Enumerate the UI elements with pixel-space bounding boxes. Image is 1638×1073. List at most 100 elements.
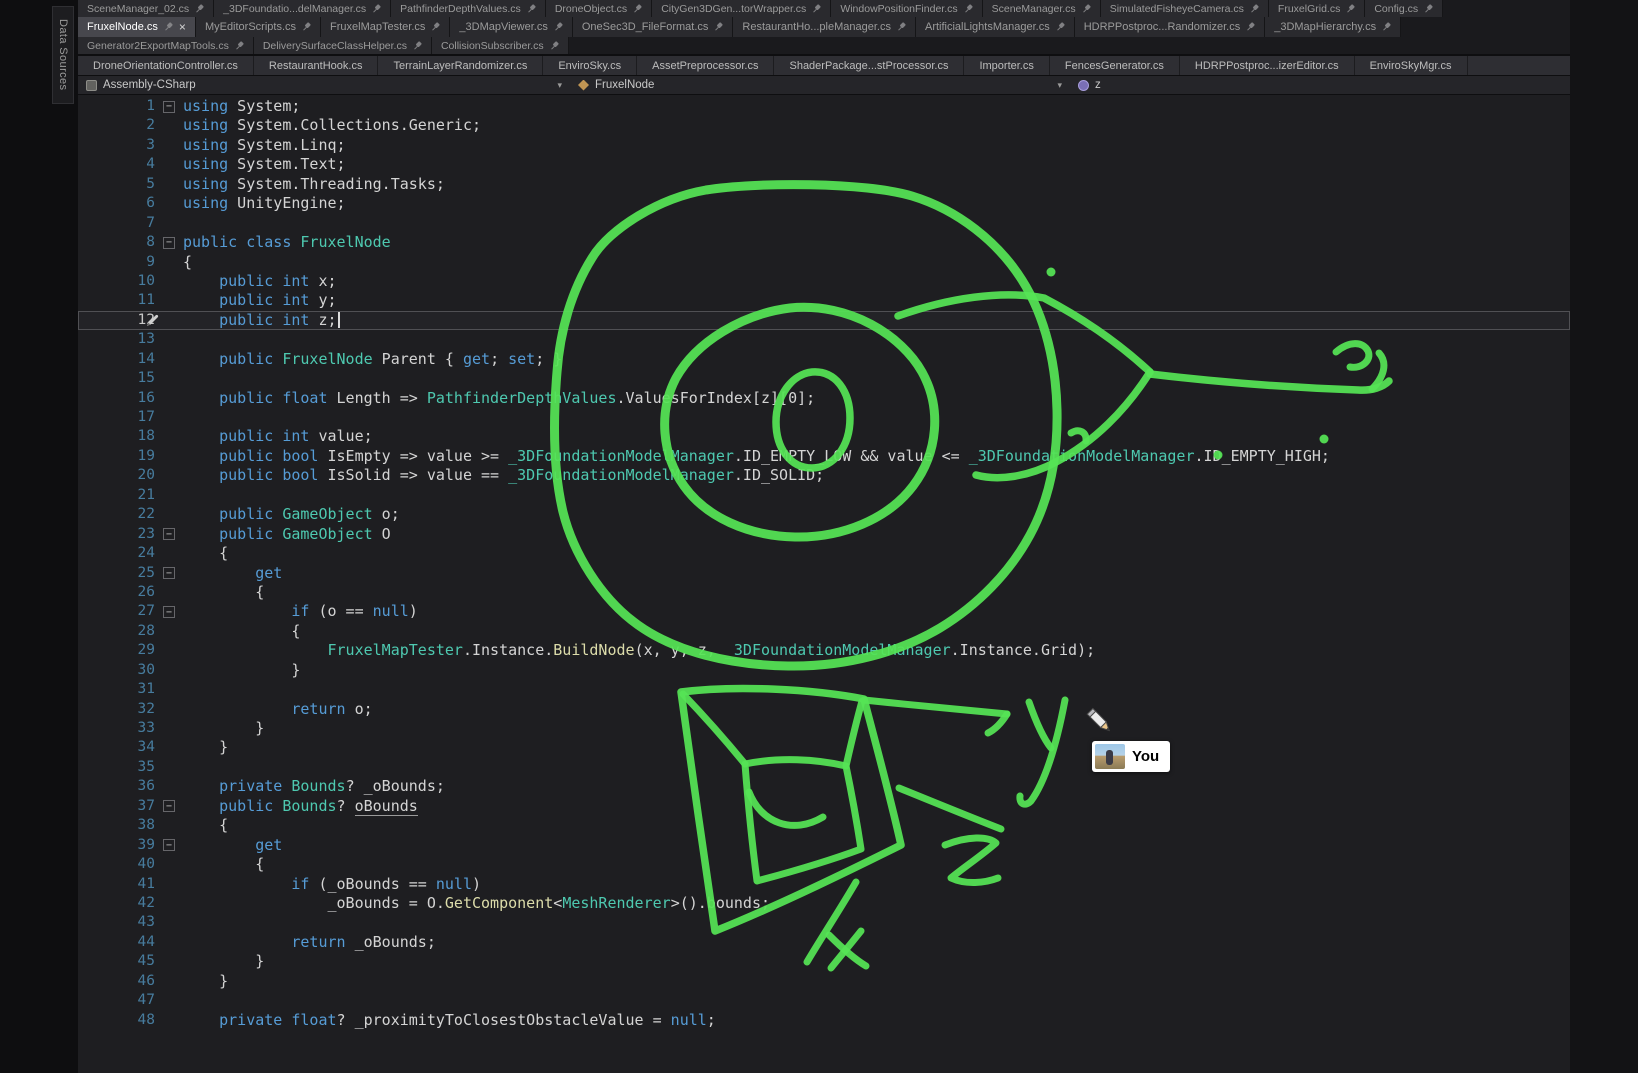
file-tab-fencesgenerator-cs[interactable]: FencesGenerator.cs (1050, 56, 1180, 75)
pin-icon[interactable] (630, 1, 644, 15)
code-line-35[interactable]: 35 (78, 758, 1570, 777)
code-line-8[interactable]: 8−public class FruxelNode (78, 233, 1570, 252)
code-line-9[interactable]: 9{ (78, 253, 1570, 272)
collapse-region-icon[interactable]: − (163, 101, 175, 113)
code-line-37[interactable]: 37− public Bounds? oBounds (78, 797, 1570, 816)
code-line-36[interactable]: 36 private Bounds? _oBounds; (78, 777, 1570, 796)
code-line-15[interactable]: 15 (78, 369, 1570, 388)
editor-tab-restaurantho-plemanager-cs[interactable]: RestaurantHo...pleManager.cs (733, 17, 916, 37)
code-line-32[interactable]: 32 return o; (78, 700, 1570, 719)
editor-tab-collisionsubscriber-cs[interactable]: CollisionSubscriber.cs (432, 37, 569, 54)
pin-icon[interactable] (961, 1, 975, 15)
code-line-34[interactable]: 34 } (78, 738, 1570, 757)
code-line-14[interactable]: 14 public FruxelNode Parent { get; set; … (78, 350, 1570, 369)
editor-tab-hdrppostproc-randomizer-cs[interactable]: HDRPPostproc...Randomizer.cs (1075, 17, 1266, 37)
editor-tab-config-cs[interactable]: Config.cs (1365, 0, 1443, 17)
editor-tab-deliverysurfaceclasshelper-cs[interactable]: DeliverySurfaceClassHelper.cs (254, 37, 432, 54)
editor-tab-simulatedfisheyecamera-cs[interactable]: SimulatedFisheyeCamera.cs (1101, 0, 1269, 17)
code-line-23[interactable]: 23− public GameObject O (78, 525, 1570, 544)
file-tab-terrainlayerrandomizer-cs[interactable]: TerrainLayerRandomizer.cs (378, 56, 543, 75)
editor-tab-fruxelnode-cs[interactable]: FruxelNode.cs× (78, 17, 196, 37)
code-line-48[interactable]: 48 private float? _proximityToClosestObs… (78, 1011, 1570, 1030)
file-tab-importer-cs[interactable]: Importer.cs (964, 56, 1049, 75)
editor-tab-scenemanager-02-cs[interactable]: SceneManager_02.cs (78, 0, 214, 17)
pin-icon[interactable] (711, 20, 725, 34)
pin-icon[interactable] (161, 20, 175, 34)
editor-tab-myeditorscripts-cs[interactable]: MyEditorScripts.cs (196, 17, 321, 37)
code-line-29[interactable]: 29 FruxelMapTester.Instance.BuildNode(x,… (78, 641, 1570, 660)
pin-icon[interactable] (894, 20, 908, 34)
pin-icon[interactable] (1079, 1, 1093, 15)
code-line-26[interactable]: 26 { (78, 583, 1570, 602)
code-line-20[interactable]: 20 public bool IsSolid => value == _3DFo… (78, 466, 1570, 485)
code-line-18[interactable]: 18 public int value; (78, 427, 1570, 446)
code-line-12[interactable]: 12 public int z; (78, 311, 1570, 330)
code-line-16[interactable]: 16 public float Length => PathfinderDept… (78, 389, 1570, 408)
collapse-region-icon[interactable]: − (163, 606, 175, 618)
code-line-39[interactable]: 39− get (78, 836, 1570, 855)
code-line-2[interactable]: 2using System.Collections.Generic; (78, 116, 1570, 135)
code-line-3[interactable]: 3using System.Linq; (78, 136, 1570, 155)
file-tab-restauranthook-cs[interactable]: RestaurantHook.cs (254, 56, 379, 75)
editor-tab-fruxelmaptester-cs[interactable]: FruxelMapTester.cs (321, 17, 450, 37)
file-tab-hdrppostproc-izereditor-cs[interactable]: HDRPPostproc...izerEditor.cs (1180, 56, 1355, 75)
editor-tab-fruxelgrid-cs[interactable]: FruxelGrid.cs (1269, 0, 1365, 17)
data-sources-tool-tab[interactable]: Data Sources (52, 6, 74, 104)
pin-icon[interactable] (428, 20, 442, 34)
pin-icon[interactable] (410, 38, 424, 52)
code-line-41[interactable]: 41 if (_oBounds == null) (78, 875, 1570, 894)
code-line-31[interactable]: 31 (78, 680, 1570, 699)
code-line-43[interactable]: 43 (78, 913, 1570, 932)
collapse-region-icon[interactable]: − (163, 528, 175, 540)
pin-icon[interactable] (1243, 20, 1257, 34)
pin-icon[interactable] (1421, 1, 1435, 15)
editor-tab-generator2exportmaptools-cs[interactable]: Generator2ExportMapTools.cs (78, 37, 254, 54)
code-line-22[interactable]: 22 public GameObject o; (78, 505, 1570, 524)
close-icon[interactable]: × (179, 21, 186, 33)
editor-tab-3dmapviewer-cs[interactable]: _3DMapViewer.cs (450, 17, 572, 37)
code-line-45[interactable]: 45 } (78, 952, 1570, 971)
file-tab-shaderpackage-stprocessor-cs[interactable]: ShaderPackage...stProcessor.cs (774, 56, 964, 75)
code-line-17[interactable]: 17 (78, 408, 1570, 427)
editor-tab-droneobject-cs[interactable]: DroneObject.cs (546, 0, 652, 17)
code-line-33[interactable]: 33 } (78, 719, 1570, 738)
code-line-7[interactable]: 7 (78, 214, 1570, 233)
pin-icon[interactable] (232, 38, 246, 52)
code-line-19[interactable]: 19 public bool IsEmpty => value >= _3DFo… (78, 447, 1570, 466)
editor-tab-pathfinderdepthvalues-cs[interactable]: PathfinderDepthValues.cs (391, 0, 546, 17)
code-line-42[interactable]: 42 _oBounds = O.GetComponent<MeshRendere… (78, 894, 1570, 913)
editor-tab-3dmaphierarchy-cs[interactable]: _3DMapHierarchy.cs (1265, 17, 1401, 37)
code-line-6[interactable]: 6using UnityEngine; (78, 194, 1570, 213)
editor-tab-onesec3d-fileformat-cs[interactable]: OneSec3D_FileFormat.cs (573, 17, 734, 37)
collapse-region-icon[interactable]: − (163, 839, 175, 851)
editor-tab-3dfoundatio-delmanager-cs[interactable]: _3DFoundatio...delManager.cs (214, 0, 391, 17)
collapse-region-icon[interactable]: − (163, 567, 175, 579)
code-line-4[interactable]: 4using System.Text; (78, 155, 1570, 174)
file-tab-droneorientationcontroller-cs[interactable]: DroneOrientationController.cs (78, 56, 254, 75)
pin-icon[interactable] (809, 1, 823, 15)
pin-icon[interactable] (1053, 20, 1067, 34)
file-tab-enviroskymgr-cs[interactable]: EnviroSkyMgr.cs (1355, 56, 1468, 75)
pin-icon[interactable] (1247, 1, 1261, 15)
pin-icon[interactable] (1343, 1, 1357, 15)
code-line-5[interactable]: 5using System.Threading.Tasks; (78, 175, 1570, 194)
type-dropdown[interactable]: FruxelNode ▾ (570, 76, 1070, 94)
pin-icon[interactable] (369, 1, 383, 15)
code-line-24[interactable]: 24 { (78, 544, 1570, 563)
pin-icon[interactable] (299, 20, 313, 34)
collapse-region-icon[interactable]: − (163, 237, 175, 249)
project-dropdown[interactable]: Assembly-CSharp ▾ (78, 76, 570, 94)
pin-icon[interactable] (524, 1, 538, 15)
editor-tab-artificiallightsmanager-cs[interactable]: ArtificialLightsManager.cs (916, 17, 1075, 37)
code-line-40[interactable]: 40 { (78, 855, 1570, 874)
collapse-region-icon[interactable]: − (163, 800, 175, 812)
editor-tab-scenemanager-cs[interactable]: SceneManager.cs (983, 0, 1101, 17)
file-tab-envirosky-cs[interactable]: EnviroSky.cs (543, 56, 637, 75)
pin-icon[interactable] (192, 1, 206, 15)
code-line-38[interactable]: 38 { (78, 816, 1570, 835)
file-tab-assetpreprocessor-cs[interactable]: AssetPreprocessor.cs (637, 56, 774, 75)
code-line-10[interactable]: 10 public int x; (78, 272, 1570, 291)
code-line-46[interactable]: 46 } (78, 972, 1570, 991)
code-line-25[interactable]: 25− get (78, 564, 1570, 583)
code-line-28[interactable]: 28 { (78, 622, 1570, 641)
